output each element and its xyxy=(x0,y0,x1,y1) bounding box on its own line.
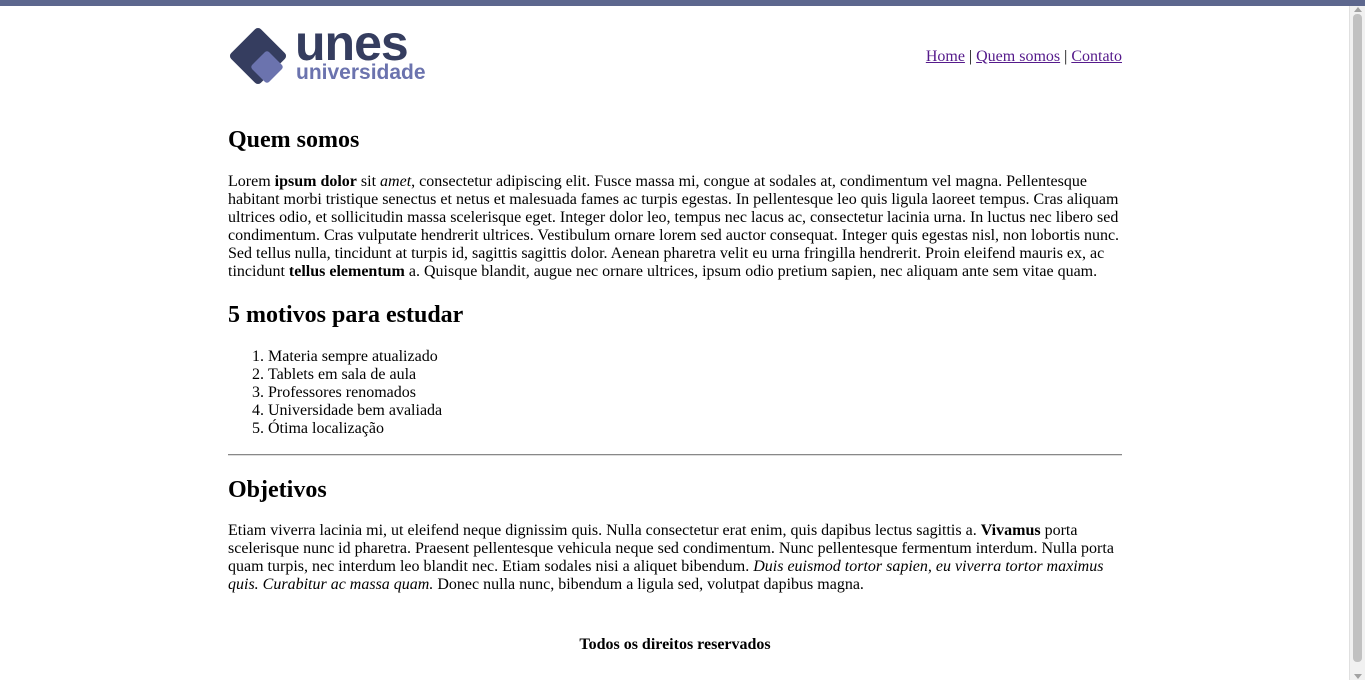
nav-contato-link[interactable]: Contato xyxy=(1071,48,1122,65)
footer-copyright: Todos os direitos reservados xyxy=(579,636,771,653)
quem-somos-paragraph: Lorem ipsum dolor sit amet, consectetur … xyxy=(228,173,1122,281)
scroll-up-arrow-icon[interactable] xyxy=(1354,7,1362,12)
page-container: unes universidade Home | Quem somos | Co… xyxy=(228,6,1122,653)
logo-subtitle: universidade xyxy=(296,61,426,84)
text-run: a. Quisque blandit, augue nec ornare ult… xyxy=(404,263,1098,280)
bold-text: ipsum dolor xyxy=(274,173,357,190)
section-divider xyxy=(228,454,1122,456)
nav-home-link[interactable]: Home xyxy=(926,48,965,65)
motivos-list: Materia sempre atualizado Tablets em sal… xyxy=(228,348,442,438)
top-nav: Home | Quem somos | Contato xyxy=(926,48,1122,66)
bold-text: Vivamus xyxy=(980,522,1041,539)
list-item: Universidade bem avaliada xyxy=(268,402,442,420)
text-run: sit xyxy=(356,173,381,190)
list-item: Tablets em sala de aula xyxy=(268,366,442,384)
header: unes universidade Home | Quem somos | Co… xyxy=(228,6,1122,106)
list-item: Professores renomados xyxy=(268,384,442,402)
objetivos-heading: Objetivos xyxy=(228,477,327,503)
nav-separator: | xyxy=(968,48,973,65)
nav-quem-somos-link[interactable]: Quem somos xyxy=(976,48,1060,65)
quem-somos-heading: Quem somos xyxy=(228,127,360,153)
nav-separator: | xyxy=(1064,48,1068,65)
motivos-heading: 5 motivos para estudar xyxy=(228,302,464,328)
bold-text: tellus elementum xyxy=(288,263,405,280)
scrollbar-thumb[interactable] xyxy=(1353,14,1362,662)
italic-text: amet xyxy=(380,173,412,190)
list-item: Materia sempre atualizado xyxy=(268,348,442,366)
diamond-logo-icon xyxy=(229,27,287,85)
list-item: Ótima localização xyxy=(268,420,442,438)
vertical-scrollbar[interactable] xyxy=(1349,6,1365,680)
text-run: Lorem xyxy=(228,173,275,190)
unes-logo[interactable]: unes universidade xyxy=(228,18,442,90)
text-run: Etiam viverra lacinia mi, ut eleifend ne… xyxy=(228,522,981,539)
objetivos-paragraph: Etiam viverra lacinia mi, ut eleifend ne… xyxy=(228,522,1122,594)
text-run: Donec nulla nunc, bibendum a ligula sed,… xyxy=(433,576,864,593)
scroll-down-arrow-icon[interactable] xyxy=(1354,674,1362,679)
